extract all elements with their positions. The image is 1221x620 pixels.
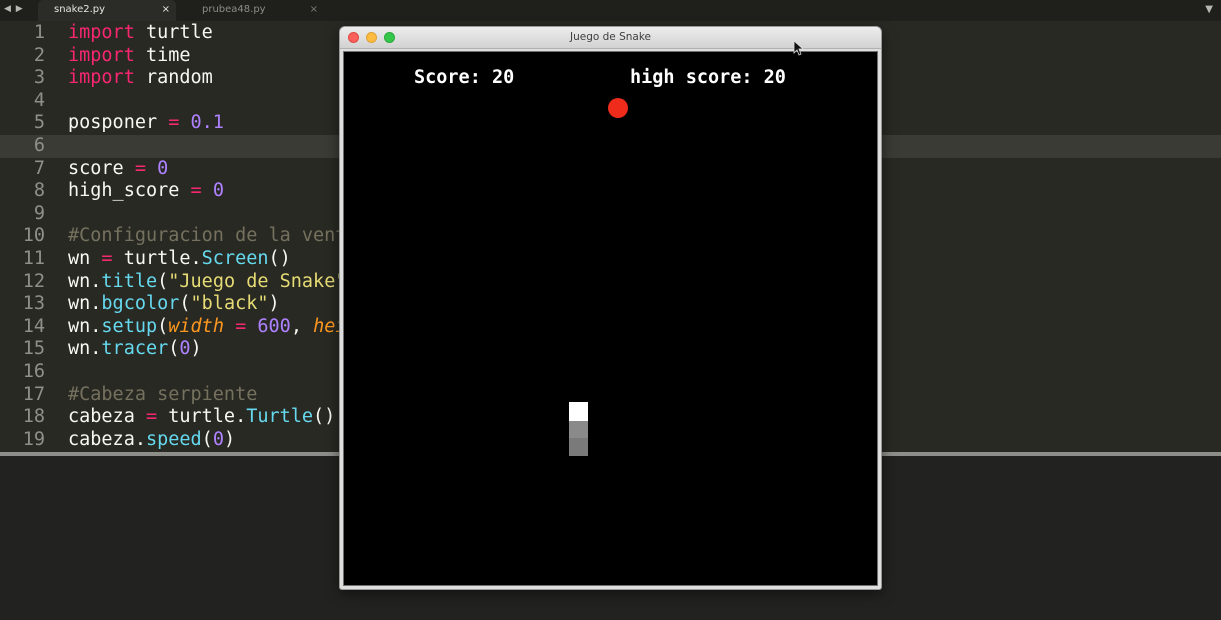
line-number: 18 [22, 406, 45, 428]
code-token: 600 [257, 315, 291, 337]
code-token: 0 [157, 157, 169, 179]
code-token: = [101, 248, 113, 269]
line-number: 1 [33, 22, 45, 43]
code-token: , [290, 315, 314, 337]
code-token: wn. [68, 270, 102, 292]
maximize-window-button[interactable] [384, 32, 395, 43]
line-number: 11 [22, 248, 45, 269]
code-token: = [190, 180, 202, 202]
code-token: ( [179, 293, 191, 315]
code-comment: #Configuracion de la ventana [68, 225, 380, 247]
line-number: 16 [22, 361, 45, 382]
line-number: 10 [22, 225, 45, 247]
code-token: 0 [179, 338, 191, 360]
line-number: 2 [33, 44, 45, 66]
tab-nav-arrows[interactable]: ◀ ▶ [4, 0, 30, 21]
game-window: Juego de Snake Score: 20 high score: 20 [340, 27, 881, 589]
code-token: width [168, 315, 224, 337]
close-icon[interactable]: × [162, 0, 170, 20]
line-number: 4 [33, 89, 45, 111]
code-token: 0 [212, 428, 224, 450]
line-number: 3 [33, 67, 45, 89]
code-token: setup [101, 315, 158, 337]
code-token: import [68, 22, 135, 43]
code-token: time [134, 44, 191, 66]
code-token: wn. [68, 293, 102, 315]
code-token: speed [145, 428, 202, 450]
code-token: ( [157, 270, 169, 292]
snake-head [569, 402, 588, 421]
code-token: ) [268, 293, 280, 315]
line-number: 19 [22, 428, 45, 450]
code-token: ( [168, 338, 180, 360]
code-token: wn. [68, 338, 102, 360]
code-token: "black" [190, 293, 269, 315]
tab-menu-chevron-icon[interactable]: ▼ [1205, 0, 1213, 19]
tab-label: prubea48.py [202, 4, 266, 15]
snake-body-segment [569, 438, 588, 456]
close-window-button[interactable] [348, 32, 359, 43]
code-token: 0.1 [190, 112, 224, 134]
line-number: 9 [33, 202, 45, 224]
line-number: 5 [33, 112, 45, 134]
line-number: 6 [33, 135, 45, 156]
code-token: Screen [201, 248, 269, 269]
line-number: 13 [22, 293, 45, 315]
tab-prubea48[interactable]: prubea48.py × [186, 0, 324, 21]
code-token: posponer [68, 112, 169, 134]
tab-label: snake2.py [54, 4, 106, 15]
code-token: ) [190, 338, 202, 360]
game-canvas[interactable]: Score: 20 high score: 20 [343, 51, 878, 586]
code-token: bgcolor [101, 293, 180, 315]
line-number: 15 [22, 338, 45, 360]
code-token: score [68, 157, 135, 179]
code-token: high_score [68, 180, 191, 202]
code-token: () [313, 406, 336, 428]
tab-bar: ◀ ▶ snake2.py × prubea48.py × ▼ [0, 0, 1221, 21]
code-token: = [223, 315, 258, 337]
code-token: import [68, 44, 135, 66]
code-token: turtle. [157, 406, 247, 428]
snake-body-segment [569, 421, 588, 439]
mouse-pointer-icon [793, 40, 805, 56]
line-number: 17 [22, 383, 45, 405]
code-token: tracer [101, 338, 169, 360]
code-token: random [134, 67, 213, 89]
code-token: wn [68, 248, 102, 269]
line-number: 14 [22, 315, 45, 337]
minimize-window-button[interactable] [366, 32, 377, 43]
code-token: ( [157, 315, 169, 337]
code-token: turtle [134, 22, 213, 43]
code-comment: #Cabeza serpiente [68, 383, 258, 405]
code-token: cabeza. [68, 428, 146, 450]
code-token: = [168, 112, 180, 134]
close-icon[interactable]: × [310, 0, 318, 20]
code-token: () [268, 248, 291, 269]
code-token: ( [201, 428, 213, 450]
code-token: = [145, 406, 158, 428]
code-token: import [68, 67, 135, 89]
code-token: ) [223, 428, 236, 450]
code-token: "Juego de Snake" [168, 270, 347, 292]
tab-snake2[interactable]: snake2.py × [38, 0, 176, 21]
line-number: 12 [22, 270, 45, 292]
code-token: Turtle [246, 406, 314, 428]
code-token: title [101, 270, 158, 292]
code-token: cabeza [68, 406, 146, 428]
line-number: 7 [33, 157, 45, 179]
food-dot [608, 98, 628, 118]
code-token: = [134, 157, 146, 179]
line-number: 8 [33, 180, 45, 202]
score-display: Score: 20 [414, 67, 515, 88]
code-token: 0 [212, 180, 224, 202]
high-score-display: high score: 20 [630, 67, 786, 88]
code-token: wn. [68, 315, 102, 337]
code-token: turtle. [112, 248, 202, 269]
